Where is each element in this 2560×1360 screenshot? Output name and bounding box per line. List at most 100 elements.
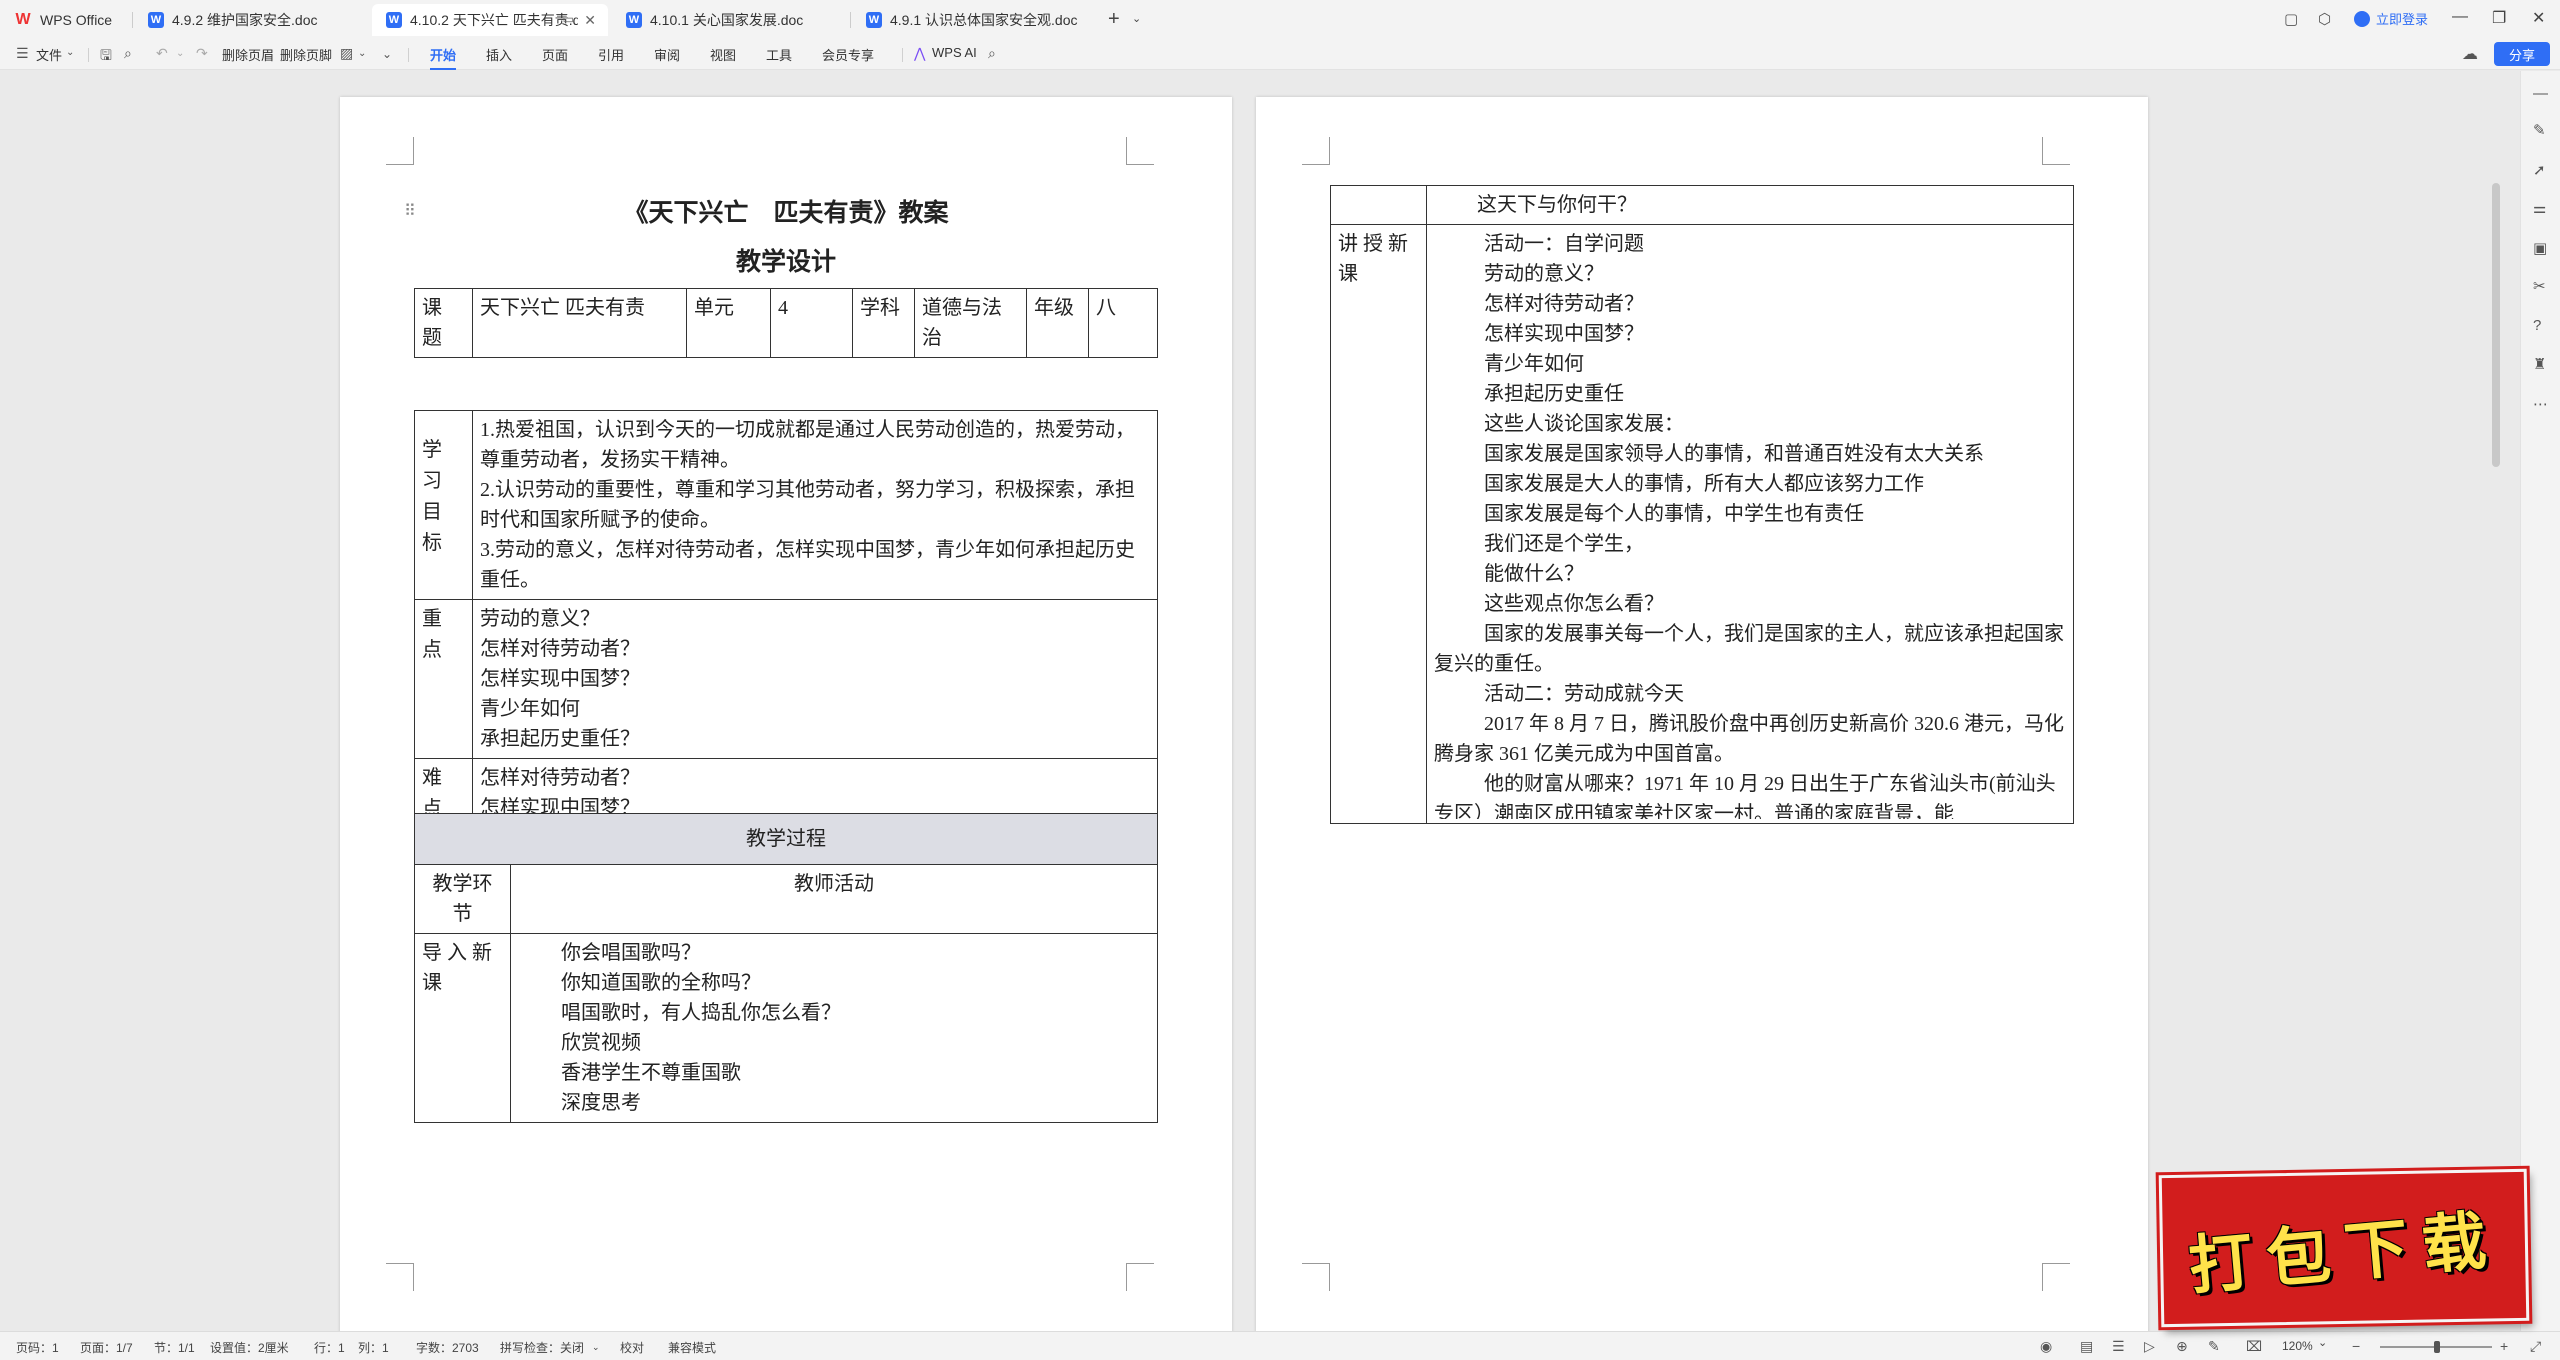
screen-icon[interactable]: ▭: [563, 12, 574, 26]
more-icon[interactable]: ⋯: [2533, 395, 2548, 413]
brush-icon[interactable]: ⌕: [124, 45, 132, 62]
word-doc-icon: W: [866, 12, 882, 28]
lecture-table: 这天下与你何干？ 讲 授 新 课 活动一：自学问题 劳动的意义？ 怎样对待劳动者…: [1330, 185, 2074, 824]
redo-icon[interactable]: ↷: [196, 45, 208, 62]
login-button[interactable]: 立即登录: [2354, 9, 2428, 28]
right-tool-bar: — ✎ ➚ ⚌ ▣ ✂ ? ♜ ⋯: [2520, 71, 2560, 1331]
tab-reference[interactable]: 引用: [598, 45, 624, 64]
lecture-line: 活动一：自学问题: [1484, 233, 1644, 255]
tab-doc-4-9-1[interactable]: W 4.9.1 认识总体国家安全观.doc: [852, 4, 1102, 36]
document-workspace[interactable]: ⠿ 《天下兴亡 匹夫有责》教案 教学设计 课 题 天下兴亡 匹夫有责 单元 4 …: [0, 71, 2520, 1331]
tools-icon[interactable]: ✂: [2533, 277, 2546, 295]
teaching-process-table: 教学过程 教学环 节 教师活动 导 入 新 课 你会唱国歌吗？ 你知道国歌的全称…: [414, 813, 1158, 1123]
tab-start[interactable]: 开始: [430, 45, 457, 70]
tab-doc-4-9-2[interactable]: W 4.9.2 维护国家安全.doc: [134, 4, 370, 36]
pen-view-icon[interactable]: ✎: [2208, 1338, 2220, 1355]
lecture-line: 国家发展是每个人的事情，中学生也有责任: [1484, 503, 1864, 525]
pen-icon[interactable]: ✎: [2533, 121, 2546, 139]
status-setting[interactable]: 设置值：2厘米: [210, 1339, 289, 1356]
file-chevron-icon[interactable]: ⌄: [66, 47, 74, 58]
select-cursor-icon[interactable]: ➚: [2533, 161, 2546, 179]
zoom-in-icon[interactable]: +: [2500, 1338, 2508, 1354]
spell-chevron-icon[interactable]: ⌄: [592, 1342, 600, 1353]
zoom-out-icon[interactable]: −: [2352, 1338, 2360, 1354]
intro-activity: 你会唱国歌吗？ 你知道国歌的全称吗？ 唱国歌时，有人捣乱你怎么看？ 欣赏视频 香…: [510, 933, 1158, 1123]
wps-ai-button[interactable]: WPS AI: [932, 45, 977, 60]
wps-logo-icon: W: [15, 11, 31, 28]
eye-protection-icon[interactable]: ◉: [2040, 1338, 2052, 1355]
status-spell-check[interactable]: 拼写检查：关闭: [500, 1339, 584, 1356]
help-icon[interactable]: ?: [2533, 317, 2541, 334]
format-icon[interactable]: ▨: [340, 45, 353, 62]
goals-text: 1.热爱祖国，认识到今天的一切成就都是通过人民劳动创造的，热爱劳动，尊重劳动者，…: [472, 410, 1158, 600]
status-section[interactable]: 节：1/1: [154, 1339, 195, 1356]
vertical-scrollbar[interactable]: [2492, 183, 2500, 467]
key-points-label: 重 点: [414, 599, 473, 759]
tab-doc-4-10-1[interactable]: W 4.10.1 关心国家发展.doc: [612, 4, 848, 36]
window-layout-icon[interactable]: ▢: [2284, 10, 2298, 28]
status-page-no[interactable]: 页码：1: [16, 1339, 59, 1356]
play-icon[interactable]: ▷: [2144, 1338, 2155, 1355]
cube-icon[interactable]: ⬡: [2318, 10, 2331, 28]
tab-view[interactable]: 视图: [710, 45, 736, 64]
tab-doc-4-10-2[interactable]: W 4.10.2 天下兴亡 匹夫有责.doc ▭ ✕: [372, 4, 608, 36]
zoom-slider-thumb[interactable]: [2434, 1341, 2440, 1353]
col-stage-header: 教学环 节: [414, 864, 511, 934]
download-package-badge[interactable]: 打包下载: [2158, 1168, 2530, 1328]
close-window-button[interactable]: ✕: [2532, 8, 2545, 28]
fit-page-icon[interactable]: ⌧: [2246, 1338, 2262, 1355]
search-icon[interactable]: ⌕: [988, 45, 996, 62]
empty-stage-cell: [1330, 185, 1427, 225]
restore-button[interactable]: ❐: [2492, 8, 2506, 28]
lecture-line: 国家发展是大人的事情，所有大人都应该努力工作: [1484, 473, 1924, 495]
undo-icon[interactable]: ↶: [156, 45, 168, 62]
tab-label: 4.10.2 天下兴亡 匹夫有责.doc: [410, 12, 578, 28]
lesson-goals-table: 学 习 目 标 1.热爱祖国，认识到今天的一切成就都是通过人民劳动创造的，热爱劳…: [414, 410, 1158, 830]
hamburger-menu-icon[interactable]: ☰: [16, 45, 29, 62]
tab-insert[interactable]: 插入: [486, 45, 512, 64]
format-chevron-icon[interactable]: ⌄: [358, 48, 366, 59]
wps-ai-icon[interactable]: ⋀: [914, 45, 925, 62]
word-doc-icon: W: [148, 12, 164, 28]
delete-footer-button[interactable]: 删除页脚: [280, 45, 332, 64]
cloud-sync-icon[interactable]: ☁: [2462, 44, 2478, 64]
tab-wps-home[interactable]: W WPS Office: [0, 4, 130, 36]
tab-list-chevron-icon[interactable]: ⌄: [1132, 12, 1141, 25]
tab-tools[interactable]: 工具: [766, 45, 792, 64]
settings-sliders-icon[interactable]: ⚌: [2533, 199, 2546, 217]
collapse-icon[interactable]: —: [2533, 85, 2548, 102]
new-tab-plus-icon[interactable]: +: [1108, 8, 1120, 31]
document-title: 《天下兴亡 匹夫有责》教案: [623, 200, 949, 227]
tab-page[interactable]: 页面: [542, 45, 568, 64]
document-page-1[interactable]: ⠿ 《天下兴亡 匹夫有责》教案 教学设计 课 题 天下兴亡 匹夫有责 单元 4 …: [340, 97, 1232, 1331]
status-row: 行：1: [314, 1341, 345, 1355]
web-view-icon[interactable]: ⊕: [2176, 1338, 2188, 1355]
lecture-line: 国家的发展事关每一个人，我们是国家的主人，就应该承担起国家复兴的重任。: [1434, 623, 2064, 675]
fullscreen-icon[interactable]: ⤢: [2530, 1338, 2541, 1355]
zoom-level[interactable]: 120%: [2282, 1339, 2313, 1353]
cell-grade: 八: [1088, 288, 1158, 358]
tab-review[interactable]: 审阅: [654, 45, 680, 64]
share-button[interactable]: 分享: [2494, 42, 2550, 66]
status-word-count[interactable]: 字数：2703: [416, 1339, 479, 1356]
tab-label: 4.9.1 认识总体国家安全观.doc: [890, 12, 1078, 28]
document-page-2[interactable]: 这天下与你何干？ 讲 授 新 课 活动一：自学问题 劳动的意义？ 怎样对待劳动者…: [1256, 97, 2148, 1331]
file-menu[interactable]: 文件: [36, 45, 62, 64]
status-pages[interactable]: 页面：1/7: [80, 1339, 133, 1356]
tab-member[interactable]: 会员专享: [822, 45, 874, 64]
page-view-icon[interactable]: ▤: [2080, 1338, 2093, 1355]
shirt-icon[interactable]: ♜: [2533, 355, 2546, 373]
minimize-button[interactable]: —: [2452, 8, 2468, 26]
close-tab-icon[interactable]: ✕: [584, 12, 596, 29]
zoom-dropdown-icon[interactable]: ⌄: [2318, 1336, 2327, 1349]
review-icon[interactable]: ▣: [2533, 239, 2547, 257]
cell-subject: 道德与法治: [914, 288, 1027, 358]
outline-view-icon[interactable]: ☰: [2112, 1338, 2125, 1355]
delete-header-button[interactable]: 删除页眉: [222, 45, 274, 64]
more-chevron-icon[interactable]: ⌄: [382, 47, 392, 61]
save-icon[interactable]: 🖫: [100, 45, 112, 69]
status-bar: 页码：1 页面：1/7 节：1/1 设置值：2厘米 行：1 列：1 字数：270…: [0, 1331, 2560, 1360]
undo-chevron-icon[interactable]: ⌄: [176, 48, 184, 59]
process-heading: 教学过程: [414, 813, 1158, 865]
status-proofread[interactable]: 校对: [620, 1339, 644, 1356]
